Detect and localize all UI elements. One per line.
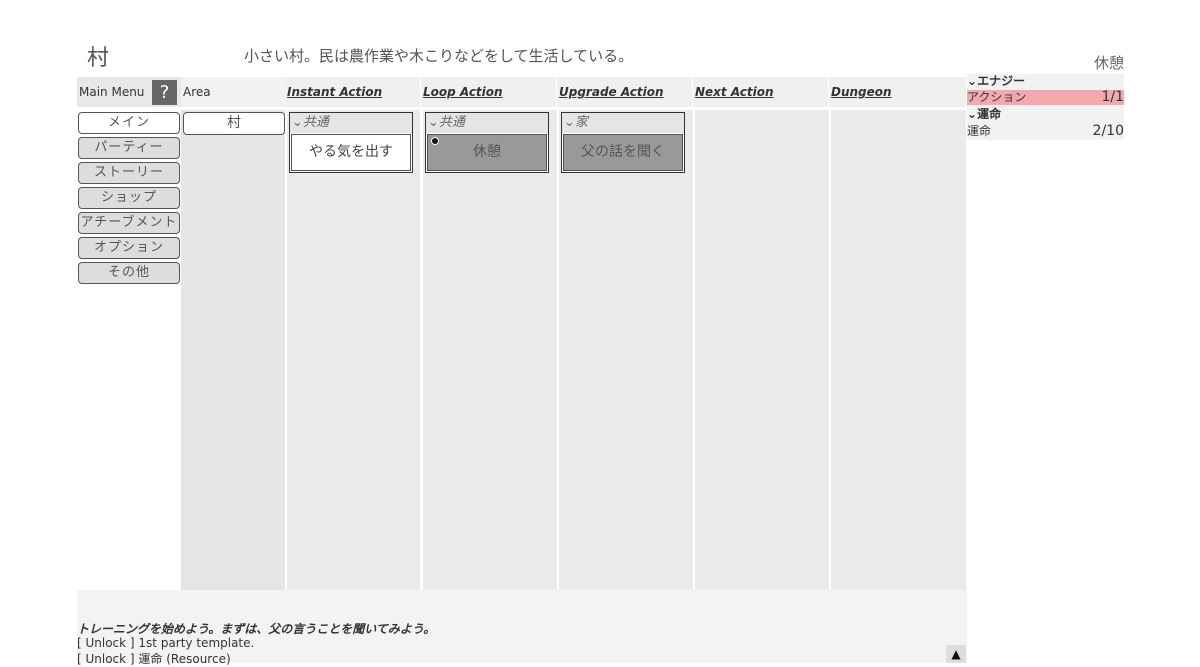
fate-label: 運命: [967, 124, 992, 138]
next-action-column: [695, 110, 829, 590]
action-rest-label: 休憩: [473, 144, 501, 160]
upgrade-action-column: ⌄家 父の話を聞く: [559, 110, 693, 590]
next-action-header: Next Action: [693, 77, 828, 107]
next-action-label[interactable]: Next Action: [695, 85, 774, 99]
action-listen-father-button[interactable]: 父の話を聞く: [563, 134, 683, 171]
chevron-down-icon: ⌄: [967, 74, 978, 88]
help-button[interactable]: ?: [152, 80, 177, 105]
fate-row: 運命 2/10: [967, 124, 1124, 139]
upgrade-action-header: Upgrade Action: [557, 77, 692, 107]
main-menu-label: Main Menu: [79, 85, 145, 99]
area-item-village[interactable]: 村: [183, 112, 285, 135]
current-status: 休憩: [1094, 54, 1125, 72]
instant-action-group: ⌄共通 やる気を出す: [289, 112, 413, 173]
chevron-down-icon: ⌄: [428, 115, 439, 130]
resources-panel: ⌄エナジー アクション 1/1 ⌄運命 運命 2/10: [967, 74, 1124, 140]
menu-item-achievement[interactable]: アチーブメント: [78, 212, 180, 234]
area-column: 村: [181, 110, 285, 590]
instant-action-header: Instant Action: [285, 77, 420, 107]
log-panel: トレーニングを始めよう。まずは、父の言うことを聞いてみよう。 [ Unlock …: [77, 590, 967, 666]
menu-item-main[interactable]: メイン: [78, 112, 180, 134]
upgrade-group-title[interactable]: ⌄家: [562, 113, 684, 133]
loop-action-column: ⌄共通 休憩: [423, 110, 557, 590]
upgrade-action-label[interactable]: Upgrade Action: [559, 85, 664, 99]
dungeon-header: Dungeon: [829, 77, 966, 107]
dungeon-column: [831, 110, 966, 590]
dungeon-label[interactable]: Dungeon: [831, 85, 892, 99]
chevron-down-icon: ⌄: [967, 107, 978, 121]
scroll-up-icon[interactable]: ▲: [946, 645, 966, 663]
instant-group-title[interactable]: ⌄共通: [290, 113, 412, 133]
energy-action-label: アクション: [967, 90, 1027, 104]
main-menu: メイン パーティー ストーリー ショップ アチーブメント オプション その他: [77, 110, 181, 284]
menu-item-shop[interactable]: ショップ: [78, 187, 180, 209]
upgrade-group-name: 家: [574, 115, 588, 130]
loop-group-name: 共通: [438, 115, 465, 130]
active-dot-icon: [431, 137, 439, 145]
chevron-down-icon: ⌄: [564, 115, 575, 130]
area-column-label: Area: [183, 85, 211, 99]
action-motivate-button[interactable]: やる気を出す: [291, 134, 411, 171]
log-message: トレーニングを始めよう。まずは、父の言うことを聞いてみよう。: [77, 622, 436, 636]
menu-item-options[interactable]: オプション: [78, 237, 180, 259]
log-line: [ Unlock ] 運命 (Resource): [77, 652, 231, 666]
loop-action-label[interactable]: Loop Action: [423, 85, 503, 99]
energy-action-row: アクション 1/1: [967, 90, 1124, 105]
main-menu-header: Main Menu ?: [77, 77, 181, 107]
loop-action-header: Loop Action: [421, 77, 556, 107]
energy-header[interactable]: ⌄エナジー: [967, 74, 1124, 89]
energy-header-label: エナジー: [977, 74, 1026, 88]
log-line: [ Unlock ] 1st party template.: [77, 636, 255, 650]
fate-value: 2/10: [1092, 123, 1124, 139]
chevron-down-icon: ⌄: [292, 115, 303, 130]
fate-header[interactable]: ⌄運命: [967, 107, 1124, 122]
instant-group-name: 共通: [302, 115, 329, 130]
upgrade-action-group: ⌄家 父の話を聞く: [561, 112, 685, 173]
instant-action-column: ⌄共通 やる気を出す: [287, 110, 420, 590]
menu-item-other[interactable]: その他: [78, 262, 180, 284]
menu-item-story[interactable]: ストーリー: [78, 162, 180, 184]
menu-item-party[interactable]: パーティー: [78, 137, 180, 159]
area-column-header: Area: [181, 77, 285, 107]
action-rest-button[interactable]: 休憩: [427, 134, 547, 171]
area-title: 村: [87, 46, 110, 71]
loop-action-group: ⌄共通 休憩: [425, 112, 549, 173]
fate-header-label: 運命: [977, 107, 1002, 121]
loop-group-title[interactable]: ⌄共通: [426, 113, 548, 133]
area-description: 小さい村。民は農作業や木こりなどをして生活している。: [244, 47, 634, 65]
energy-action-value: 1/1: [1101, 89, 1124, 105]
instant-action-label[interactable]: Instant Action: [287, 85, 382, 99]
